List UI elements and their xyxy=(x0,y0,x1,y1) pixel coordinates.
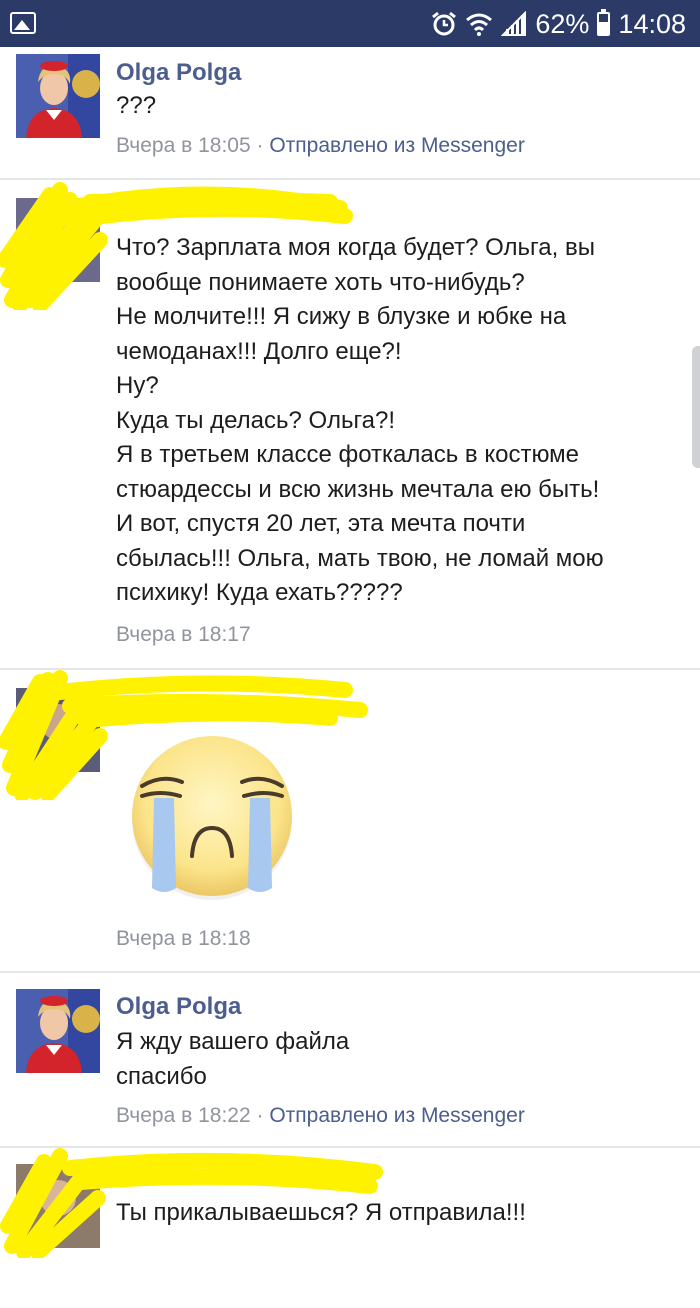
avatar[interactable] xyxy=(16,989,100,1073)
message-feed: Olga Polga ??? Вчера в 18:05 · Отправлен… xyxy=(0,47,700,1308)
message-item[interactable]: Olga Polga Я жду вашего файла спасибо Вч… xyxy=(0,973,700,1148)
message-text: Что? Зарплата моя когда будет? Ольга, вы… xyxy=(116,234,604,606)
message-item[interactable]: Что? Зарплата моя когда будет? Ольга, вы… xyxy=(0,180,700,670)
signal-icon xyxy=(501,11,527,36)
avatar[interactable] xyxy=(16,1164,100,1248)
alarm-icon xyxy=(432,11,457,36)
battery-icon xyxy=(597,9,611,36)
message-item[interactable]: Olga Polga ??? Вчера в 18:05 · Отправлен… xyxy=(0,47,700,180)
avatar[interactable] xyxy=(16,198,100,282)
timestamp: Вчера в 18:17 xyxy=(116,623,251,646)
message-meta: Вчера в 18:22 · Отправлено из Messenger xyxy=(116,1104,525,1128)
message-text: Я жду вашего файла спасибо xyxy=(116,1028,350,1090)
meta-separator: · xyxy=(250,1104,270,1127)
crying-face-sticker[interactable] xyxy=(124,728,300,904)
sender-name[interactable]: Olga Polga xyxy=(116,993,241,1021)
sender-name[interactable]: Olga Polga xyxy=(116,59,241,87)
message-text: Ты прикалываешься? Я отправила!!! xyxy=(116,1199,526,1226)
avatar[interactable] xyxy=(16,688,100,772)
avatar[interactable] xyxy=(16,54,100,138)
message-item[interactable]: Вчера в 18:18 xyxy=(0,670,700,973)
message-meta: Вчера в 18:05 · Отправлено из Messenger xyxy=(116,134,525,158)
timestamp: Вчера в 18:22 xyxy=(116,1104,251,1127)
wifi-icon xyxy=(466,13,493,36)
message-text: ??? xyxy=(116,92,157,119)
status-bar: 62% 14:08 xyxy=(0,0,700,47)
battery-percent: 62% xyxy=(535,8,590,39)
sent-via-messenger-link[interactable]: Отправлено из Messenger xyxy=(269,134,524,157)
timestamp: Вчера в 18:05 xyxy=(116,134,251,157)
message-item[interactable]: Ты прикалываешься? Я отправила!!! xyxy=(0,1148,700,1308)
timestamp: Вчера в 18:18 xyxy=(116,927,251,950)
clock: 14:08 xyxy=(618,8,686,39)
gallery-icon xyxy=(10,12,36,34)
sent-via-messenger-link[interactable]: Отправлено из Messenger xyxy=(269,1104,524,1127)
meta-separator: · xyxy=(250,134,270,157)
